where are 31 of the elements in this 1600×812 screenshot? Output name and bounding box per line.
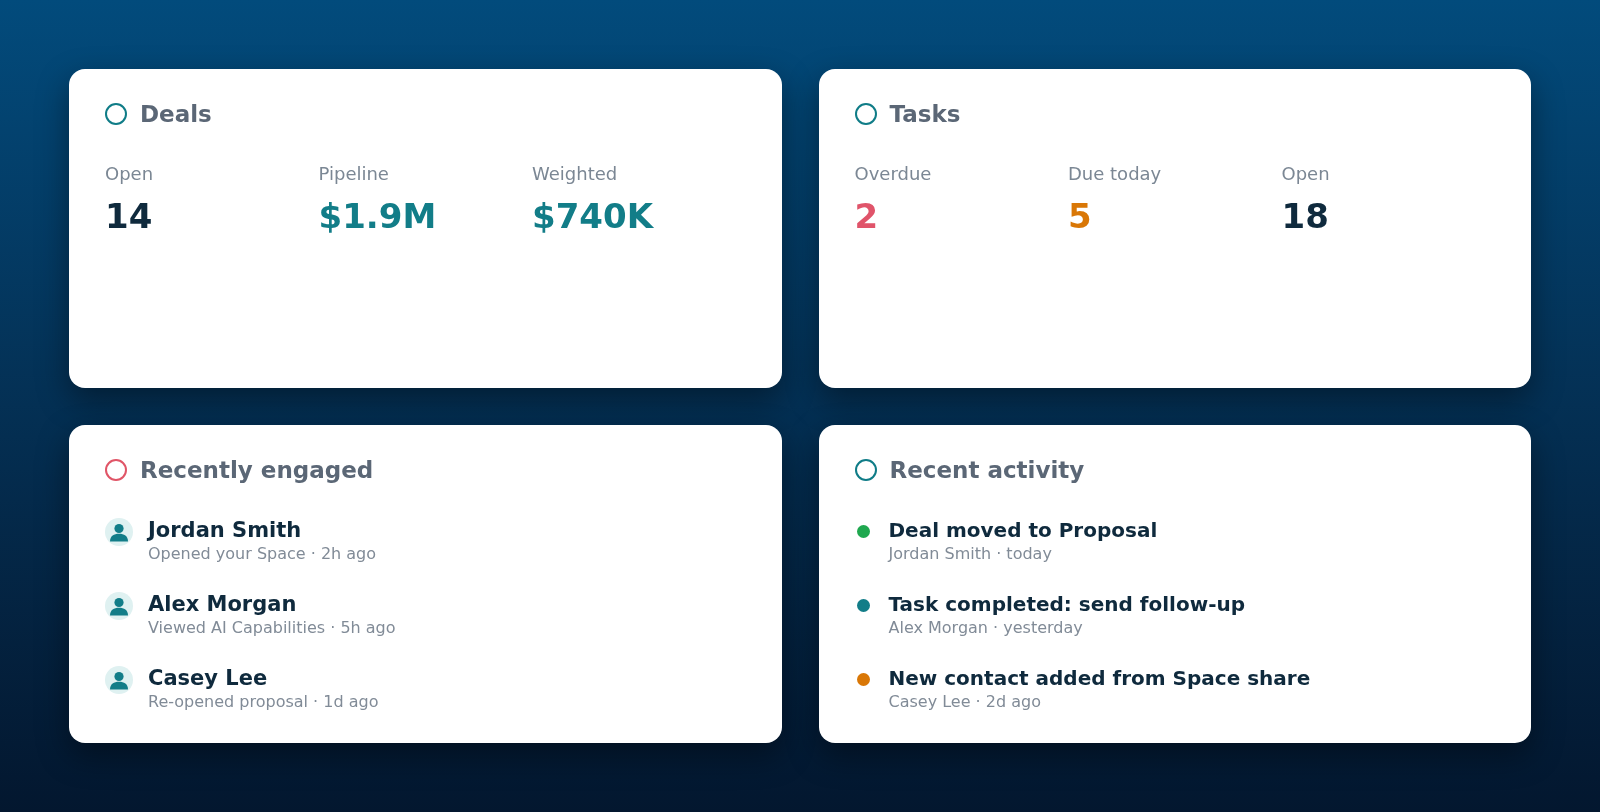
person-icon <box>105 517 133 546</box>
card-title: Deals <box>140 100 212 129</box>
contact-name: Alex Morgan <box>148 590 297 617</box>
stat-label: Open <box>1281 162 1330 186</box>
activity-title: Task completed: send follow-up <box>888 590 1245 617</box>
stat-value: 2 <box>854 196 879 236</box>
activity-detail: Jordan Smith · today <box>888 542 1052 565</box>
activity-detail: Casey Lee · 2d ago <box>888 690 1041 713</box>
card-title: Tasks <box>889 100 961 129</box>
contact-detail: Viewed AI Capabilities · 5h ago <box>148 616 396 639</box>
card-title: Recent activity <box>889 455 1085 485</box>
stat-label: Overdue <box>854 162 932 186</box>
contact-detail: Opened your Space · 2h ago <box>148 542 377 565</box>
stat-value: 14 <box>105 196 153 236</box>
stat-label: Due today <box>1068 162 1162 186</box>
activity-detail: Alex Morgan · yesterday <box>888 616 1083 639</box>
stat-label: Open <box>105 162 154 186</box>
stat-value: 5 <box>1068 196 1092 236</box>
activity-title: Deal moved to Proposal <box>888 516 1158 543</box>
stat-value: $1.9M <box>318 196 437 236</box>
contact-detail: Re-opened proposal · 1d ago <box>148 690 379 713</box>
contact-name: Jordan Smith <box>148 516 302 543</box>
person-icon <box>105 591 133 620</box>
activity-title: New contact added from Space share <box>888 664 1311 691</box>
stat-value: $740K <box>532 196 653 236</box>
stat-value: 18 <box>1281 196 1329 236</box>
person-icon <box>105 665 133 694</box>
contact-name: Casey Lee <box>148 664 268 691</box>
stat-label: Weighted <box>532 162 618 186</box>
card-title: Recently engaged <box>140 455 374 485</box>
stat-label: Pipeline <box>318 162 389 186</box>
